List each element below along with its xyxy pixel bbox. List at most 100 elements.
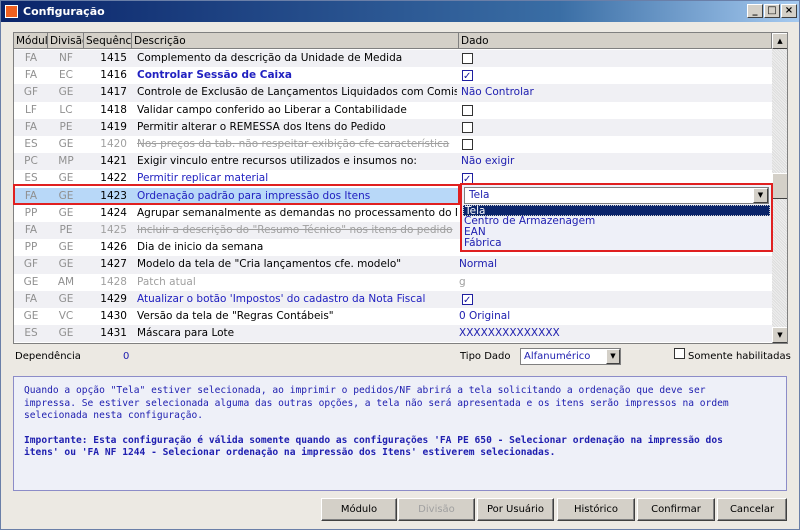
- historico-button[interactable]: Histórico: [557, 498, 635, 521]
- dropdown-option[interactable]: Centro de Armazenagem: [463, 216, 770, 227]
- cell-dado[interactable]: Normal: [459, 256, 759, 273]
- dropdown-option[interactable]: EAN: [463, 227, 770, 238]
- cell-modulo: PC: [24, 155, 38, 168]
- cell-dado[interactable]: 0 Original: [459, 308, 759, 325]
- checkbox[interactable]: [462, 292, 473, 308]
- cell-sequencia: 1431: [100, 327, 127, 340]
- table-row[interactable]: ES GE 1420 Nos preços da tab. não respeitar…: [14, 136, 772, 153]
- cell-sequencia: 1427: [100, 258, 127, 271]
- cell-sequencia: 1415: [100, 52, 127, 64]
- cell-sequencia: 1420: [100, 138, 127, 150]
- close-button[interactable]: ×: [781, 4, 797, 18]
- cell-descricao: Controle de Exclusão de Lançamentos Liqu…: [137, 86, 457, 99]
- col-divisao[interactable]: Divisão: [48, 33, 84, 49]
- cancelar-button[interactable]: Cancelar: [717, 498, 787, 521]
- col-dado[interactable]: Dado: [459, 33, 772, 49]
- cell-divisao: MP: [58, 155, 74, 168]
- cell-modulo: GF: [23, 86, 39, 99]
- scroll-down-icon[interactable]: ▼: [772, 327, 787, 343]
- dado-combo[interactable]: Tela ▼: [464, 187, 769, 204]
- cell-dado: [461, 291, 761, 308]
- combo-value: Tela: [469, 189, 490, 201]
- table-row[interactable]: LF LC 1418 Validar campo conferido ao Liber…: [14, 102, 772, 119]
- tipo-dado-select[interactable]: Alfanumérico ▼: [520, 348, 621, 365]
- checkbox[interactable]: [462, 104, 473, 116]
- cell-descricao: Atualizar o botão 'Impostos' do cadastro…: [137, 292, 426, 305]
- cell-sequencia: 1421: [100, 155, 127, 168]
- checkbox[interactable]: [462, 139, 473, 150]
- dado-dropdown[interactable]: Tela ▼ Tela Centro de Armazenagem EAN Fá…: [460, 183, 773, 252]
- cell-descricao: Exigir vinculo entre recursos utilizados…: [137, 155, 417, 168]
- description-box: Quando a opção "Tela" estiver selecionad…: [13, 376, 787, 491]
- cell-descricao: Máscara para Lote: [137, 327, 235, 340]
- cell-divisao: GE: [58, 327, 74, 340]
- cell-modulo: GE: [23, 275, 39, 288]
- dropdown-option[interactable]: Fábrica: [463, 238, 770, 249]
- col-sequencia[interactable]: Sequência: [84, 33, 132, 49]
- table-row[interactable]: PC MP 1421 Exigir vinculo entre recursos ut…: [14, 153, 772, 171]
- scroll-up-icon[interactable]: ▲: [772, 33, 787, 49]
- cell-descricao: Validar campo conferido ao Liberar a Con…: [137, 103, 407, 116]
- cell-divisao: AM: [57, 275, 75, 288]
- cell-modulo: ES: [24, 327, 38, 340]
- minimize-button[interactable]: _: [747, 4, 763, 18]
- modulo-button[interactable]: Módulo: [321, 498, 397, 521]
- vertical-scrollbar[interactable]: ▲ ▼: [772, 33, 787, 343]
- cell-modulo: FA: [24, 52, 38, 64]
- maximize-button[interactable]: □: [764, 4, 780, 18]
- description-important: Importante: Esta configuração é válida s…: [24, 434, 723, 459]
- cell-descricao: Controlar Sessão de Caixa: [137, 69, 293, 82]
- cell-sequencia: 1426: [100, 241, 127, 254]
- table-row[interactable]: ES GE 1431 Máscara para Lote XXXXXXXXXXXXXX: [14, 325, 772, 343]
- cell-modulo: FA: [24, 69, 38, 82]
- dependencia-label: Dependência: [15, 351, 81, 362]
- table-row[interactable]: FA NF 1415 Complemento da descrição da Unid…: [14, 50, 772, 68]
- chevron-down-icon[interactable]: ▼: [753, 188, 768, 203]
- cell-modulo: FA: [24, 120, 38, 133]
- highlight-selected-row: [13, 184, 460, 205]
- cell-modulo: ES: [24, 138, 38, 150]
- cell-descricao: Agrupar semanalmente as demandas no proc…: [137, 206, 457, 219]
- table-row[interactable]: GE VC 1430 Versão da tela de "Regras Contáb…: [14, 308, 772, 325]
- cell-descricao: Permitir alterar o REMESSA dos Itens do …: [137, 120, 386, 133]
- cell-sequencia: 1429: [100, 292, 127, 305]
- checkbox[interactable]: [462, 68, 473, 84]
- cell-descricao: Modelo da tela de "Cria lançamentos cfe.…: [137, 258, 402, 271]
- cell-divisao: GE: [58, 292, 74, 305]
- table-row[interactable]: FA PE 1419 Permitir alterar o REMESSA dos I…: [14, 118, 772, 136]
- col-modulo[interactable]: Módulo: [14, 33, 48, 49]
- table-row[interactable]: GE AM 1428 Patch atual g: [14, 274, 772, 291]
- divisao-button[interactable]: Divisão: [398, 498, 475, 521]
- cell-divisao: PE: [59, 120, 73, 133]
- cell-descricao: Dia de inicio da semana: [137, 241, 264, 254]
- cell-sequencia: 1428: [100, 275, 127, 288]
- cell-divisao: NF: [59, 52, 73, 64]
- cell-dado[interactable]: Não Controlar: [461, 84, 761, 101]
- app-icon: [5, 5, 18, 18]
- cell-divisao: LC: [59, 103, 73, 116]
- table-row[interactable]: FA EC 1416 Controlar Sessão de Caixa: [14, 67, 772, 84]
- cell-divisao: GE: [58, 138, 74, 150]
- cell-dado[interactable]: XXXXXXXXXXXXXX: [459, 325, 759, 342]
- cell-dado[interactable]: g: [459, 274, 759, 291]
- por-usuario-button[interactable]: Por Usuário: [477, 498, 554, 521]
- checkbox[interactable]: [462, 53, 473, 64]
- title-bar: Configuração _ □ ×: [1, 1, 799, 22]
- tipo-dado-label: Tipo Dado: [460, 351, 511, 362]
- confirmar-button[interactable]: Confirmar: [637, 498, 715, 521]
- checkbox[interactable]: [462, 121, 473, 133]
- somente-habilitadas-checkbox[interactable]: [674, 348, 685, 359]
- cell-divisao: EC: [59, 69, 73, 82]
- table-row[interactable]: GF GE 1427 Modelo da tela de "Cria lançamen…: [14, 256, 772, 274]
- table-row[interactable]: GF GE 1417 Controle de Exclusão de Lançamen…: [14, 84, 772, 102]
- col-descricao[interactable]: Descrição: [132, 33, 459, 49]
- table-row[interactable]: FA GE 1429 Atualizar o botão 'Impostos' do …: [14, 290, 772, 308]
- scroll-thumb[interactable]: [772, 173, 787, 199]
- chevron-down-icon[interactable]: ▼: [606, 349, 620, 364]
- cell-dado[interactable]: Não exigir: [461, 153, 761, 170]
- cell-modulo: GF: [23, 258, 39, 271]
- description-text: Quando a opção "Tela" estiver selecionad…: [24, 385, 729, 421]
- cell-sequencia: 1425: [100, 224, 127, 236]
- cell-sequencia: 1430: [100, 310, 127, 322]
- cell-descricao: Incluir a descrição do "Resumo Técnico" …: [137, 224, 453, 236]
